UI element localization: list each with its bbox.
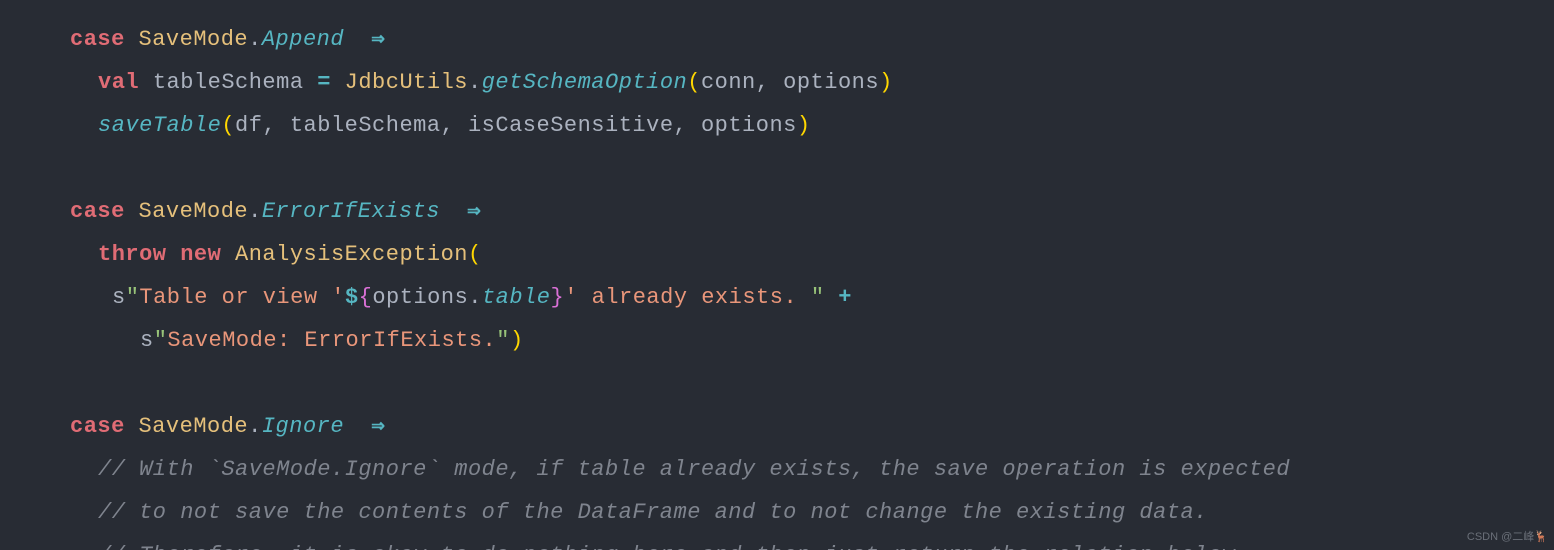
method-getschemaoption: getSchemaOption bbox=[482, 70, 688, 95]
keyword-new: new bbox=[180, 242, 221, 267]
type-jdbcutils: JdbcUtils bbox=[345, 70, 468, 95]
type-savemode: SaveMode bbox=[139, 27, 249, 52]
keyword-case: case bbox=[70, 27, 125, 52]
string-prefix: s bbox=[140, 328, 154, 353]
arrow-icon: ⇒ bbox=[371, 414, 385, 439]
quote: " bbox=[811, 285, 825, 310]
member-append: Append bbox=[262, 27, 344, 52]
comment-line: // Therefore, it is okay to do nothing h… bbox=[98, 543, 1249, 550]
ident-iscasesensitive: isCaseSensitive bbox=[468, 113, 674, 138]
dollar: $ bbox=[345, 285, 359, 310]
quote: " bbox=[154, 328, 168, 353]
quote: " bbox=[126, 285, 140, 310]
member-ignore: Ignore bbox=[262, 414, 344, 439]
rbrace: } bbox=[551, 285, 565, 310]
type-analysisexception: AnalysisException bbox=[235, 242, 468, 267]
comma: , bbox=[756, 70, 783, 95]
lparen: ( bbox=[468, 242, 482, 267]
string-literal: ' already exists. bbox=[564, 285, 811, 310]
comma: , bbox=[674, 113, 701, 138]
type-savemode: SaveMode bbox=[139, 414, 249, 439]
arrow-icon: ⇒ bbox=[467, 199, 481, 224]
keyword-val: val bbox=[98, 70, 139, 95]
comma: , bbox=[441, 113, 468, 138]
op-eq: = bbox=[317, 70, 331, 95]
lparen: ( bbox=[221, 113, 235, 138]
ident-options: options bbox=[783, 70, 879, 95]
dot: . bbox=[468, 70, 482, 95]
rparen: ) bbox=[797, 113, 811, 138]
string-literal: SaveMode: ErrorIfExists. bbox=[167, 328, 496, 353]
watermark: CSDN @二峰🦌 bbox=[1467, 528, 1548, 544]
keyword-case: case bbox=[70, 199, 125, 224]
dot: . bbox=[248, 27, 262, 52]
ident-options: options bbox=[372, 285, 468, 310]
lbrace: { bbox=[359, 285, 373, 310]
op-plus: + bbox=[838, 285, 852, 310]
rparen: ) bbox=[879, 70, 893, 95]
dot: . bbox=[248, 414, 262, 439]
keyword-throw: throw bbox=[98, 242, 167, 267]
arrow-icon: ⇒ bbox=[371, 27, 385, 52]
method-savetable: saveTable bbox=[98, 113, 221, 138]
code-block: case SaveMode.Append ⇒ val tableSchema =… bbox=[0, 0, 1554, 550]
ident-tableschema: tableSchema bbox=[290, 113, 441, 138]
comment-line: // to not save the contents of the DataF… bbox=[98, 500, 1208, 525]
comma: , bbox=[262, 113, 289, 138]
dot: . bbox=[468, 285, 482, 310]
ident-options: options bbox=[701, 113, 797, 138]
type-savemode: SaveMode bbox=[139, 199, 249, 224]
keyword-case: case bbox=[70, 414, 125, 439]
member-errorifexists: ErrorIfExists bbox=[262, 199, 440, 224]
lparen: ( bbox=[687, 70, 701, 95]
ident-df: df bbox=[235, 113, 262, 138]
ident-conn: conn bbox=[701, 70, 756, 95]
comment-line: // With `SaveMode.Ignore` mode, if table… bbox=[98, 457, 1290, 482]
ident-tableschema: tableSchema bbox=[153, 70, 304, 95]
dot: . bbox=[248, 199, 262, 224]
string-literal: Table or view ' bbox=[139, 285, 345, 310]
string-prefix: s bbox=[112, 285, 126, 310]
rparen: ) bbox=[510, 328, 524, 353]
member-table: table bbox=[482, 285, 551, 310]
quote: " bbox=[496, 328, 510, 353]
